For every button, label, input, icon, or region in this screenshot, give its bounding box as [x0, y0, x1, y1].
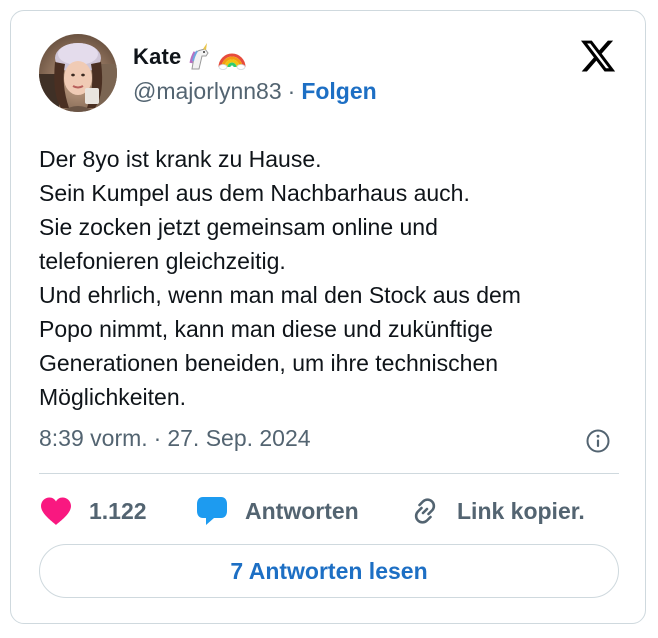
heart-icon [39, 496, 73, 526]
speech-bubble-icon [195, 494, 229, 528]
unicorn-emoji-icon [186, 43, 214, 71]
timestamp-separator: · [153, 425, 162, 451]
tweet-time[interactable]: 8:39 vorm. [39, 425, 148, 452]
tweet-text: Der 8yo ist krank zu Hause. Sein Kumpel … [39, 142, 629, 414]
rainbow-emoji-icon [218, 43, 246, 71]
info-icon[interactable] [585, 428, 611, 454]
tweet-text-line: Sein Kumpel aus dem Nachbarhaus auch. [39, 180, 470, 206]
link-icon [409, 495, 441, 527]
author-display-name[interactable]: Kate [133, 43, 246, 71]
avatar[interactable] [39, 34, 117, 112]
author-handle[interactable]: @majorlynn83 [133, 78, 282, 105]
tweet-text-line: Möglichkeiten. [39, 384, 187, 410]
tweet-text-line: Popo nimmt, kann man diese und zukünftig… [39, 316, 493, 342]
reply-button[interactable]: Antworten [195, 493, 359, 529]
tweet-text-line: telefonieren gleichzeitig. [39, 248, 286, 274]
copy-link-button[interactable]: Link kopier. [409, 493, 585, 529]
handle-separator: · [287, 78, 296, 104]
like-count: 1.122 [89, 497, 147, 524]
tweet-text-line: Sie zocken jetzt gemeinsam online und [39, 214, 438, 240]
reply-label: Antworten [245, 497, 359, 524]
follow-button[interactable]: Folgen [301, 78, 376, 105]
tweet-text-line: Generationen beneiden, um ihre technisch… [39, 350, 499, 376]
author-handle-row: @majorlynn83 · Folgen [133, 78, 377, 105]
tweet-text-line: Der 8yo ist krank zu Hause. [39, 146, 322, 172]
x-logo-icon[interactable] [579, 37, 617, 75]
copy-link-label: Link kopier. [457, 497, 585, 524]
author-name-text: Kate [133, 44, 182, 69]
tweet-timestamp-row: 8:39 vorm. · 27. Sep. 2024 [39, 425, 311, 452]
tweet-text-line: Und ehrlich, wenn man mal den Stock aus … [39, 282, 521, 308]
divider [39, 473, 619, 474]
read-replies-label: 7 Antworten lesen [230, 557, 428, 584]
read-replies-button[interactable]: 7 Antworten lesen [39, 544, 619, 598]
like-button[interactable]: 1.122 [39, 493, 147, 529]
tweet-embed-card: Kate @majorlynn83 · Folgen Der 8yo ist k… [10, 10, 646, 624]
tweet-date[interactable]: 27. Sep. 2024 [167, 425, 310, 452]
